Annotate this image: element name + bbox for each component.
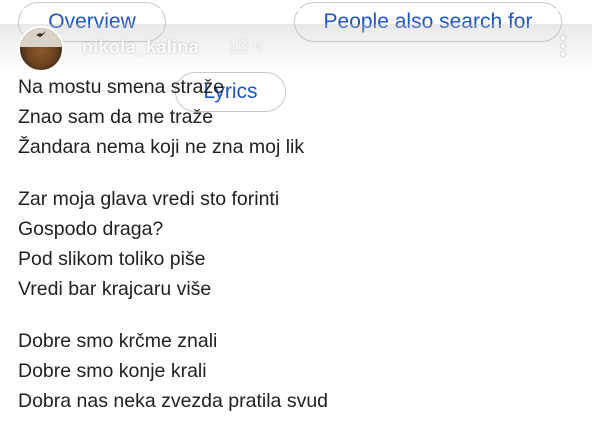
story-time: 10 ч xyxy=(228,37,263,57)
lyric-line: Dobre smo konje krali xyxy=(18,360,207,382)
lyric-line: Znao sam da me traže xyxy=(18,106,214,128)
story-username[interactable]: nikola_kalina xyxy=(82,37,199,58)
more-dot xyxy=(561,52,565,56)
more-options-icon[interactable] xyxy=(560,36,566,58)
lyrics-body: Na mostu smena straže Znao sam da me tra… xyxy=(18,72,578,438)
lyric-line: Žandara nema koji ne zna moj lik xyxy=(18,136,305,158)
lyrics-stanza-2: Zar moja glava vredi sto forinti Gospodo… xyxy=(18,184,578,304)
lyric-line: Gospodo draga? xyxy=(18,218,164,240)
lyric-line: Dobre smo krčme znali xyxy=(18,330,218,352)
more-dot xyxy=(561,44,565,48)
lyric-line: Zar moja glava vredi sto forinti xyxy=(18,188,280,210)
more-dot xyxy=(561,36,565,40)
lyric-line: Pod slikom toliko piše xyxy=(18,248,206,270)
lyrics-stanza-3: Dobre smo krčme znali Dobre smo konje kr… xyxy=(18,326,578,416)
avatar[interactable] xyxy=(18,26,64,72)
bird-icon xyxy=(36,31,46,37)
lyric-line: Dobra nas neka zvezda pratila svud xyxy=(18,390,329,412)
story-progress-bar xyxy=(0,8,592,14)
lyric-line: Na mostu smena straže xyxy=(18,76,224,98)
story-progress-line xyxy=(12,8,580,11)
lyrics-stanza-1: Na mostu smena straže Znao sam da me tra… xyxy=(18,72,578,162)
lyric-line: Vredi bar krajcaru više xyxy=(18,278,212,300)
story-header: nikola_kalina 10 ч xyxy=(0,24,592,72)
